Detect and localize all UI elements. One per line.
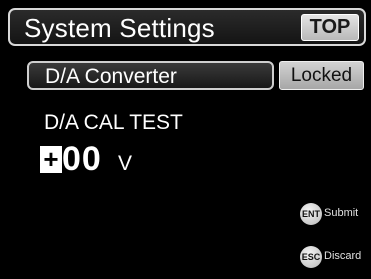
esc-key-icon[interactable]: ESC: [300, 246, 322, 268]
locked-status-badge: Locked: [279, 61, 364, 90]
ent-key-icon[interactable]: ENT: [300, 203, 322, 225]
page-title: System Settings: [24, 13, 215, 43]
top-button[interactable]: TOP: [301, 14, 359, 41]
sign-cursor[interactable]: +: [40, 146, 62, 173]
header-bar: System Settings TOP: [8, 8, 366, 46]
test-title: D/A CAL TEST: [44, 111, 183, 134]
value-digits[interactable]: 00: [62, 140, 102, 179]
submit-label: Submit: [324, 207, 359, 219]
section-label: D/A Converter: [45, 65, 177, 88]
sign-value: +: [43, 144, 59, 174]
discard-label: Discard: [324, 250, 362, 262]
value-unit: V: [118, 152, 133, 175]
device-screen: System Settings TOP D/A Converter Locked…: [0, 0, 371, 279]
section-name-box: D/A Converter: [27, 61, 274, 90]
